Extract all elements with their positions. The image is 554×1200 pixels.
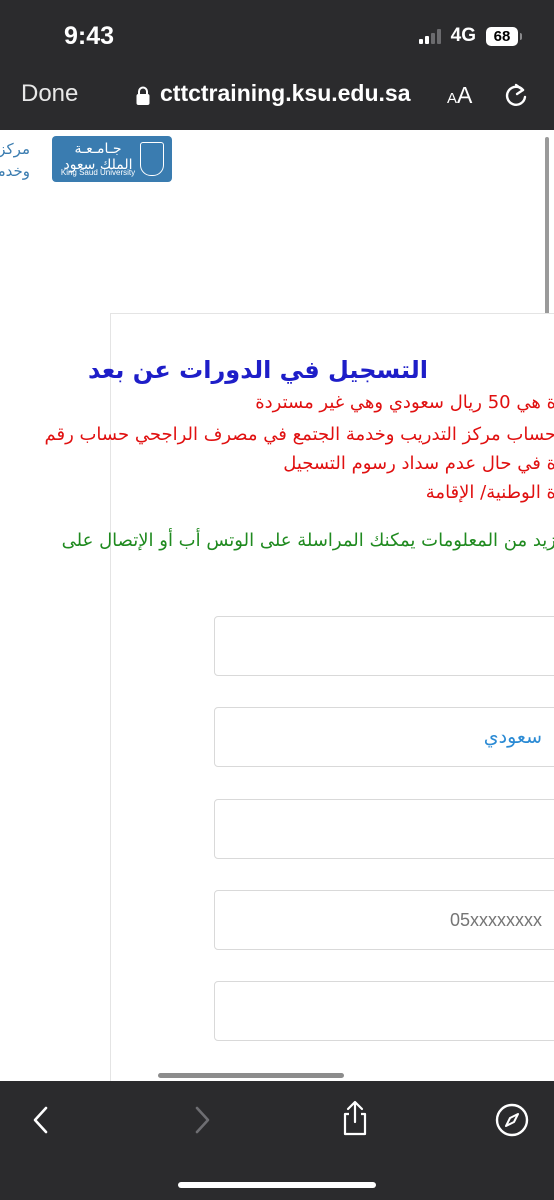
id-input[interactable] (215, 800, 554, 858)
status-indicators: 4G 68 (418, 25, 522, 47)
nationality-input[interactable] (215, 708, 554, 766)
emblem-icon (140, 142, 164, 176)
email-input[interactable] (215, 982, 554, 1040)
compass-icon[interactable] (494, 1102, 530, 1138)
forward-icon[interactable] (183, 1102, 219, 1138)
form-field-1 (214, 616, 554, 676)
university-logo[interactable]: جـامـعـة الملك سعود King Saud University (52, 136, 172, 182)
info-line-payment: ة في حال عدم سداد رسوم التسجيل (283, 453, 554, 474)
logo-arabic-line1: جـامـعـة (74, 141, 122, 157)
phone-input[interactable] (215, 891, 554, 949)
form-field-5 (214, 981, 554, 1041)
signal-icon (418, 28, 441, 44)
name-input[interactable] (215, 617, 554, 675)
status-time: 9:43 (64, 22, 115, 50)
form-field-4 (214, 890, 554, 950)
done-button[interactable]: Done (21, 80, 78, 108)
page-title: التسجيل في الدورات عن بعد (88, 356, 428, 384)
contact-line: زيد من المعلومات يمكنك المراسلة على الوت… (61, 530, 554, 551)
text-size-small-label: A (447, 90, 458, 107)
text-size-large-label: A (457, 82, 473, 108)
network-type: 4G (450, 25, 476, 46)
form-field-3 (214, 799, 554, 859)
url-field[interactable]: cttctraining.ksu.edu.sa (160, 80, 411, 107)
logo-english: King Saud University (60, 168, 136, 177)
lock-icon (136, 86, 150, 105)
text-size-button[interactable]: AA (447, 82, 472, 109)
home-indicator (178, 1182, 376, 1188)
info-line-account: حساب مركز التدريب وخدمة الجتمع في مصرف ا… (44, 424, 554, 445)
info-line-id: ة الوطنية/ الإقامة (425, 482, 554, 503)
side-title: مركز وخدمة (0, 138, 30, 182)
browser-top-bar: 9:43 4G 68 Done cttctraining.ksu.edu.sa … (0, 0, 554, 130)
battery-icon: 68 (486, 26, 522, 46)
form-field-2 (214, 707, 554, 767)
vertical-scrollbar[interactable] (545, 137, 549, 317)
back-icon[interactable] (24, 1102, 60, 1138)
side-title-line1: مركز (0, 140, 30, 158)
side-title-line2: وخدمة (0, 162, 30, 180)
info-line-fee: ة هي 50 ريال سعودي وهي غير مستردة (255, 392, 554, 413)
share-icon[interactable] (337, 1100, 373, 1136)
reload-icon[interactable] (503, 81, 529, 109)
horizontal-scrollbar[interactable] (158, 1073, 344, 1078)
